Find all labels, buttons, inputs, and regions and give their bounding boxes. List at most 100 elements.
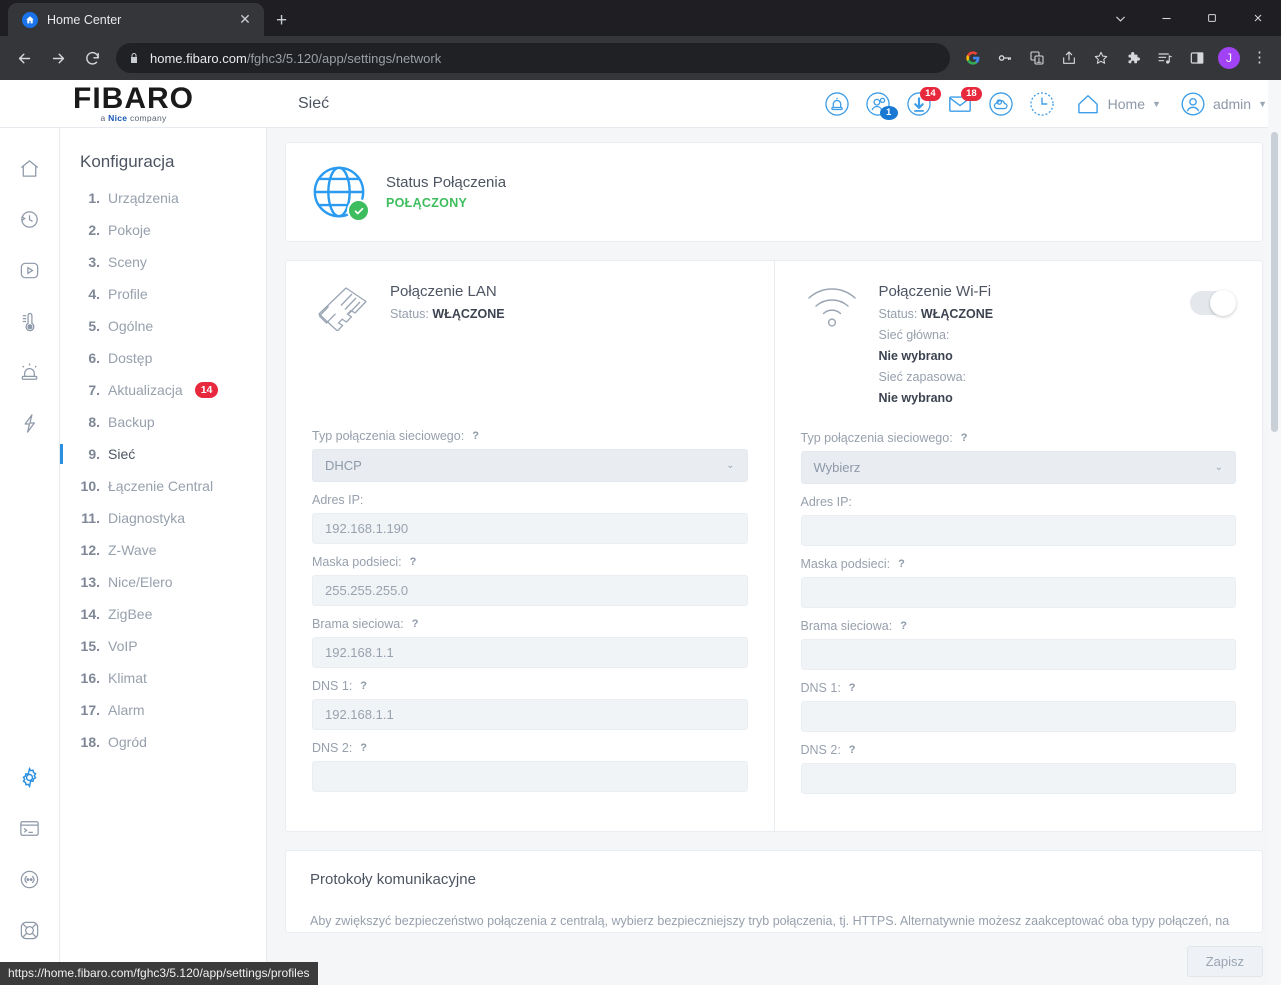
help-question-icon[interactable]: ? — [360, 680, 367, 692]
sidebar-item-pokoje[interactable]: 2. Pokoje — [60, 214, 266, 246]
close-icon[interactable]: ✕ — [236, 11, 254, 28]
connection-status-text: Status Połączenia POŁĄCZONY — [386, 174, 506, 210]
sidebar-item-sceny[interactable]: 3. Sceny — [60, 246, 266, 278]
messages-envelope-icon[interactable]: 18 — [946, 86, 982, 118]
browser-tab[interactable]: Home Center ✕ — [8, 3, 264, 36]
save-button[interactable]: Zapisz — [1186, 946, 1263, 977]
wifi-input[interactable] — [800, 577, 1236, 608]
help-question-icon[interactable]: ? — [472, 430, 479, 442]
google-icon[interactable] — [958, 43, 988, 73]
help-question-icon[interactable]: ? — [849, 682, 856, 694]
lan-input[interactable]: 192.168.1.190 — [312, 513, 748, 544]
lan-connection-type-select[interactable]: DHCP ⌄ — [312, 449, 748, 482]
rail-gear-icon[interactable] — [16, 763, 44, 791]
wifi-field-5: DNS 2:? — [800, 743, 1236, 794]
sidebar-item-diagnostyka[interactable]: 11. Diagnostyka — [60, 502, 266, 534]
wifi-input[interactable] — [800, 763, 1236, 794]
sidebar-item-profile[interactable]: 4. Profile — [60, 278, 266, 310]
lan-input[interactable]: 192.168.1.1 — [312, 699, 748, 730]
wifi-toggle[interactable] — [1190, 290, 1236, 316]
help-question-icon[interactable]: ? — [961, 432, 968, 444]
minimize-button[interactable] — [1143, 0, 1189, 36]
help-question-icon[interactable]: ? — [412, 618, 419, 630]
sidebar-item-z-wave[interactable]: 12. Z-Wave — [60, 534, 266, 566]
help-question-icon[interactable]: ? — [900, 620, 907, 632]
rail-lifebuoy-icon[interactable] — [16, 916, 44, 944]
new-tab-button[interactable]: + — [276, 11, 287, 30]
wifi-connection-type-select[interactable]: Wybierz ⌄ — [800, 451, 1236, 484]
scheduler-clock-icon[interactable] — [1028, 90, 1056, 118]
sidebar-item-alarm[interactable]: 17. Alarm — [60, 694, 266, 726]
sidebar-item-zigbee[interactable]: 14. ZigBee — [60, 598, 266, 630]
minimize-to-tray-button[interactable] — [1097, 0, 1143, 36]
bookmark-star-icon[interactable] — [1086, 43, 1116, 73]
sidebar-item-ogr-d[interactable]: 18. Ogród — [60, 726, 266, 758]
rail-brackets-circle-icon[interactable] — [16, 865, 44, 893]
lan-field-5: DNS 2:? — [312, 741, 748, 792]
rail-play-square-icon[interactable] — [16, 256, 44, 284]
wifi-title: Połączenie Wi-Fi — [878, 283, 992, 300]
lan-input[interactable]: 192.168.1.1 — [312, 637, 748, 668]
sidebar-item-number: 1. — [88, 190, 100, 206]
sidebar-item-number: 13. — [80, 574, 100, 590]
help-question-icon[interactable]: ? — [898, 558, 905, 570]
rail-home-icon[interactable] — [16, 154, 44, 182]
side-panel-icon[interactable] — [1182, 43, 1212, 73]
connection-status-card: Status Połączenia POŁĄCZONY — [285, 142, 1263, 242]
alarm-bell-icon[interactable] — [823, 90, 851, 118]
sidebar-item-voip[interactable]: 15. VoIP — [60, 630, 266, 662]
rail-siren-icon[interactable] — [16, 358, 44, 386]
sidebar-item-czenie-central[interactable]: 10. Łączenie Central — [60, 470, 266, 502]
settings-content: Status Połączenia POŁĄCZONY Połączenie L… — [267, 128, 1281, 985]
password-key-icon[interactable] — [990, 43, 1020, 73]
home-selector[interactable]: Home ▼ — [1075, 91, 1161, 117]
lan-field-label: Maska podsieci:? — [312, 555, 748, 569]
sidebar-item-number: 6. — [88, 350, 100, 366]
rail-terminal-icon[interactable] — [16, 814, 44, 842]
wifi-input[interactable] — [800, 515, 1236, 546]
wifi-input[interactable] — [800, 639, 1236, 670]
three-dots-menu-icon[interactable]: ⋮ — [1246, 50, 1273, 65]
reading-list-icon[interactable] — [1150, 43, 1180, 73]
lan-input[interactable]: 255.255.255.0 — [312, 575, 748, 606]
lan-field-0: Typ połączenia sieciowego:? DHCP ⌄ — [312, 429, 748, 482]
page-scrollbar[interactable] — [1268, 80, 1281, 985]
sidebar-item-backup[interactable]: 8. Backup — [60, 406, 266, 438]
help-question-icon[interactable]: ? — [849, 744, 856, 756]
rail-lightning-bolt-icon[interactable] — [16, 409, 44, 437]
back-arrow-icon[interactable] — [8, 42, 40, 74]
sidebar-item-nice-elero[interactable]: 13. Nice/Elero — [60, 566, 266, 598]
address-bar[interactable]: home.fibaro.com/fghc3/5.120/app/settings… — [116, 43, 950, 73]
sidebar-item-aktualizacja[interactable]: 7. Aktualizacja 14 — [60, 374, 266, 406]
lan-field-1: Adres IP: 192.168.1.190 — [312, 493, 748, 544]
sidebar-item-og-lne[interactable]: 5. Ogólne — [60, 310, 266, 342]
updates-download-icon[interactable]: 14 — [905, 86, 941, 118]
profile-avatar[interactable]: J — [1214, 43, 1244, 73]
wifi-field-0: Typ połączenia sieciowego:? Wybierz ⌄ — [800, 431, 1236, 484]
extensions-puzzle-icon[interactable] — [1118, 43, 1148, 73]
lan-panel: Połączenie LAN Status: WŁĄCZONE Typ połą… — [286, 261, 775, 831]
forward-arrow-icon[interactable] — [42, 42, 74, 74]
select-value: Wybierz — [813, 460, 861, 475]
page-scrollbar-thumb[interactable] — [1271, 132, 1278, 432]
weather-icon[interactable] — [987, 90, 1015, 118]
rail-thermometer-icon[interactable] — [16, 307, 44, 335]
close-window-button[interactable] — [1235, 0, 1281, 36]
sidebar-item-klimat[interactable]: 16. Klimat — [60, 662, 266, 694]
rail-clock-history-icon[interactable] — [16, 205, 44, 233]
wifi-input[interactable] — [800, 701, 1236, 732]
reload-icon[interactable] — [76, 42, 108, 74]
sidebar-item-sie[interactable]: 9. Sieć — [60, 438, 266, 470]
share-icon[interactable] — [1054, 43, 1084, 73]
browser-chrome: Home Center ✕ + home.fibaro.com/fghc3/5.… — [0, 0, 1281, 80]
help-question-icon[interactable]: ? — [360, 742, 367, 754]
user-menu[interactable]: admin ▼ — [1180, 91, 1267, 117]
users-icon[interactable]: 1 — [864, 90, 898, 120]
maximize-button[interactable] — [1189, 0, 1235, 36]
translate-icon[interactable] — [1022, 43, 1052, 73]
sidebar-item-urz-dzenia[interactable]: 1. Urządzenia — [60, 182, 266, 214]
lan-input[interactable] — [312, 761, 748, 792]
sidebar-item-dost-p[interactable]: 6. Dostęp — [60, 342, 266, 374]
help-question-icon[interactable]: ? — [410, 556, 417, 568]
brand-logo[interactable]: FIBARO a Nice company — [0, 80, 267, 128]
